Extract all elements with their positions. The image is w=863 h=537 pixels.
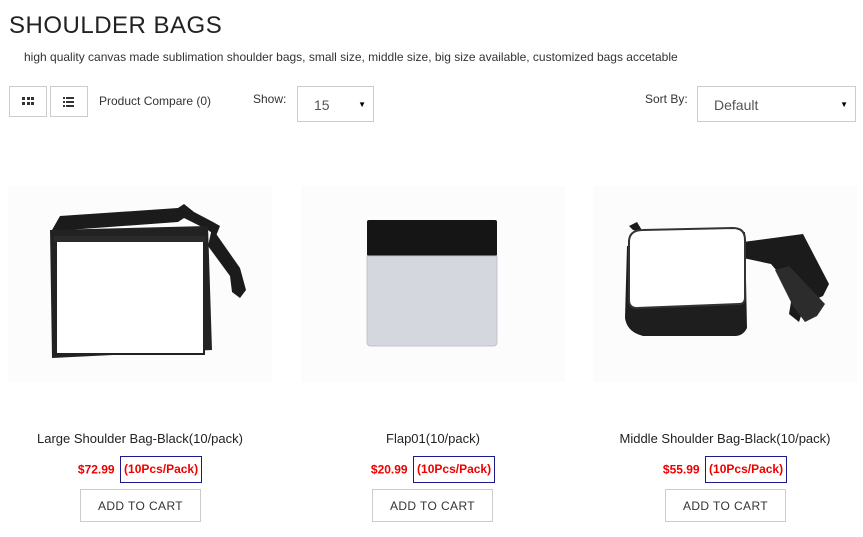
category-description: high quality canvas made sublimation sho… [24,50,678,64]
product-card: Flap01(10/pack) $20.99 (10Pcs/Pack) ADD … [301,186,565,522]
product-image[interactable] [8,186,272,382]
price-row: $20.99 (10Pcs/Pack) [301,456,565,483]
add-to-cart-button[interactable]: ADD TO CART [665,489,786,522]
product-image[interactable] [593,186,857,382]
list-view-button[interactable] [50,86,88,117]
product-image[interactable] [301,186,565,382]
add-to-cart-button[interactable]: ADD TO CART [372,489,493,522]
show-select-value: 15 [314,97,330,113]
add-to-cart-button[interactable]: ADD TO CART [80,489,201,522]
show-label: Show: [253,92,287,106]
price-row: $72.99 (10Pcs/Pack) [8,456,272,483]
product-name[interactable]: Large Shoulder Bag-Black(10/pack) [8,431,272,446]
sort-select-value: Default [714,97,759,113]
show-select[interactable]: 15 ▼ [297,86,374,122]
sort-select[interactable]: Default ▼ [697,86,856,122]
sort-label: Sort By: [645,92,688,106]
product-name[interactable]: Middle Shoulder Bag-Black(10/pack) [593,431,857,446]
product-card: Large Shoulder Bag-Black(10/pack) $72.99… [8,186,272,522]
product-price: $72.99 [77,462,115,477]
product-compare-link[interactable]: Product Compare (0) [99,94,211,108]
pack-badge: (10Pcs/Pack) [705,456,788,483]
page-title: SHOULDER BAGS [9,12,223,39]
pack-badge: (10Pcs/Pack) [413,456,496,483]
caret-down-icon: ▼ [358,100,366,109]
caret-down-icon: ▼ [840,100,848,109]
product-name[interactable]: Flap01(10/pack) [301,431,565,446]
product-price: $20.99 [370,462,408,477]
price-row: $55.99 (10Pcs/Pack) [593,456,857,483]
grid-view-button[interactable] [9,86,47,117]
list-icon [63,96,75,107]
grid-icon [22,96,34,107]
product-card: Middle Shoulder Bag-Black(10/pack) $55.9… [593,186,857,522]
pack-badge: (10Pcs/Pack) [120,456,203,483]
product-price: $55.99 [662,462,700,477]
